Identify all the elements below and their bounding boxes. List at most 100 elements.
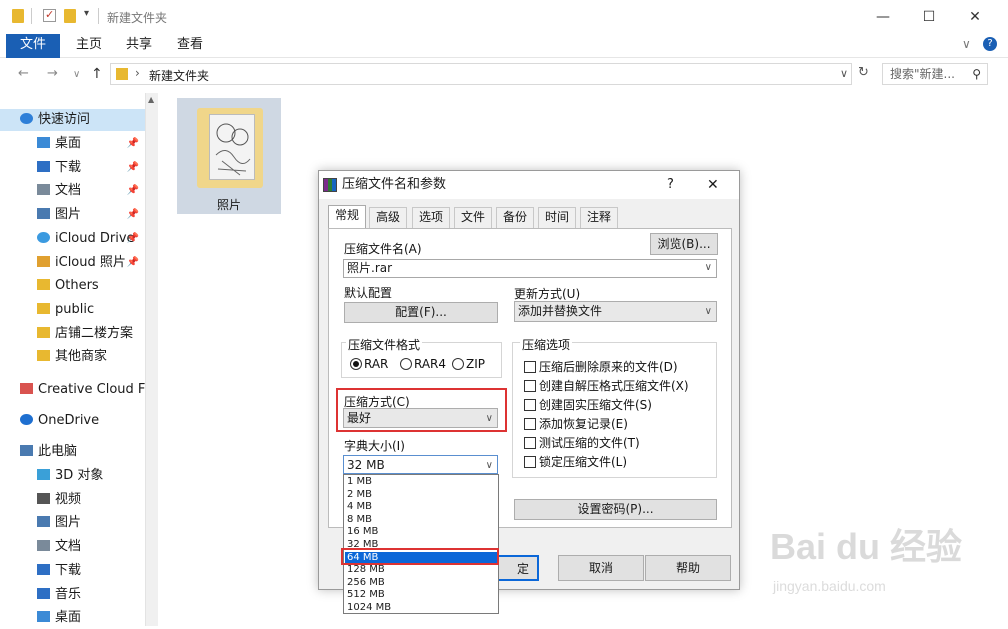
forward-button[interactable]: → bbox=[47, 66, 58, 81]
dialog-close-button[interactable]: ✕ bbox=[707, 171, 719, 199]
browse-button[interactable]: 浏览(B)... bbox=[650, 233, 718, 255]
minimize-button[interactable]: — bbox=[868, 6, 898, 28]
pin-icon[interactable]: 📌 bbox=[127, 204, 139, 226]
format-rar4-radio[interactable]: RAR4 bbox=[400, 357, 446, 371]
tab-files[interactable]: 文件 bbox=[454, 207, 493, 228]
address-dropdown-icon[interactable]: ∨ bbox=[840, 67, 848, 80]
format-zip-radio[interactable]: ZIP bbox=[452, 357, 485, 371]
checkbox-icon[interactable] bbox=[524, 360, 536, 373]
scroll-up-icon[interactable]: ▲ bbox=[148, 95, 154, 104]
breadcrumb-current[interactable]: 新建文件夹 bbox=[149, 67, 209, 84]
tab-share[interactable]: 共享 bbox=[112, 34, 166, 58]
pin-icon[interactable]: 📌 bbox=[127, 133, 139, 155]
dictionary-option[interactable]: 16 MB bbox=[345, 526, 497, 539]
dictionary-option[interactable]: 256 MB bbox=[345, 577, 497, 590]
checkbox-icon[interactable] bbox=[524, 398, 536, 411]
sidebar-item-3[interactable]: 文档 📌 bbox=[0, 180, 145, 202]
pin-icon[interactable]: 📌 bbox=[127, 157, 139, 179]
properties-icon[interactable] bbox=[43, 8, 56, 22]
search-input[interactable]: 搜索"新建... ⚲ bbox=[882, 63, 988, 85]
help-button[interactable]: 帮助 bbox=[645, 555, 731, 581]
radio-selected-icon[interactable] bbox=[350, 357, 362, 370]
tab-general[interactable]: 常规 bbox=[328, 205, 367, 229]
folder-icon[interactable] bbox=[12, 9, 24, 23]
archive-name-input[interactable]: 照片.rar ∨ bbox=[343, 259, 717, 278]
dictionary-option[interactable]: 1 MB bbox=[345, 476, 497, 489]
tab-time[interactable]: 时间 bbox=[538, 207, 577, 228]
dictionary-option[interactable]: 128 MB bbox=[345, 564, 497, 577]
chevron-down-icon[interactable]: ∨ bbox=[705, 302, 712, 321]
sidebar-item-2[interactable]: 下载 📌 bbox=[0, 157, 145, 179]
pin-icon[interactable]: 📌 bbox=[127, 228, 139, 250]
tab-advanced[interactable]: 高级 bbox=[369, 207, 408, 228]
sidebar-item-17[interactable]: 文档 bbox=[0, 536, 145, 558]
dictionary-option[interactable]: 8 MB bbox=[345, 514, 497, 527]
sidebar-item-13[interactable]: 此电脑 bbox=[0, 441, 145, 463]
compression-method-select[interactable]: 最好 ∨ bbox=[343, 408, 498, 428]
profiles-button[interactable]: 配置(F)... bbox=[344, 302, 498, 323]
sidebar-item-5[interactable]: iCloud Drive 📌 bbox=[0, 228, 145, 250]
sidebar-item-14[interactable]: 3D 对象 bbox=[0, 465, 145, 487]
chevron-down-icon[interactable]: ∨ bbox=[705, 260, 712, 276]
quick-access-toolbar-dropdown-icon[interactable]: ▾ bbox=[84, 8, 89, 19]
checkbox-icon[interactable] bbox=[524, 379, 536, 392]
back-button[interactable]: ← bbox=[18, 66, 29, 81]
ribbon-expand-icon[interactable]: ∨ bbox=[962, 37, 971, 51]
sidebar-item-18[interactable]: 下载 bbox=[0, 560, 145, 582]
sidebar-item-4[interactable]: 图片 📌 bbox=[0, 204, 145, 226]
option-checkbox-4[interactable]: 测试压缩的文件(T) bbox=[524, 434, 640, 451]
dialog-help-button[interactable]: ? bbox=[667, 171, 674, 199]
radio-icon[interactable] bbox=[400, 357, 412, 370]
tab-backup[interactable]: 备份 bbox=[496, 207, 535, 228]
breadcrumb-separator[interactable]: › bbox=[135, 66, 140, 80]
sidebar-item-19[interactable]: 音乐 bbox=[0, 584, 145, 606]
tab-comment[interactable]: 注释 bbox=[580, 207, 619, 228]
search-icon[interactable]: ⚲ bbox=[972, 64, 981, 84]
maximize-button[interactable]: ☐ bbox=[914, 6, 944, 28]
option-checkbox-2[interactable]: 创建固实压缩文件(S) bbox=[524, 396, 652, 413]
dictionary-option[interactable]: 1024 MB bbox=[345, 602, 497, 615]
checkbox-icon[interactable] bbox=[524, 455, 536, 468]
radio-icon[interactable] bbox=[452, 357, 464, 370]
close-button[interactable]: ✕ bbox=[960, 6, 990, 28]
up-button[interactable]: ↑ bbox=[91, 66, 103, 82]
sidebar-item-10[interactable]: 其他商家 bbox=[0, 346, 145, 368]
dictionary-option[interactable]: 2 MB bbox=[345, 489, 497, 502]
option-checkbox-1[interactable]: 创建自解压格式压缩文件(X) bbox=[524, 377, 689, 394]
option-checkbox-3[interactable]: 添加恢复记录(E) bbox=[524, 415, 628, 432]
sidebar-scrollbar[interactable]: ▲ bbox=[145, 93, 158, 626]
address-bar[interactable]: › 新建文件夹 ∨ bbox=[110, 63, 852, 85]
tab-options[interactable]: 选项 bbox=[412, 207, 451, 228]
sidebar-item-1[interactable]: 桌面 📌 bbox=[0, 133, 145, 155]
sidebar-item-9[interactable]: 店铺二楼方案 bbox=[0, 323, 145, 345]
option-checkbox-5[interactable]: 锁定压缩文件(L) bbox=[524, 453, 627, 470]
sidebar-item-11[interactable]: Creative Cloud F bbox=[0, 379, 145, 401]
sidebar-item-7[interactable]: Others bbox=[0, 275, 145, 297]
checkbox-icon[interactable] bbox=[524, 436, 536, 449]
dictionary-size-select[interactable]: 32 MB ∨ bbox=[343, 455, 498, 474]
refresh-icon[interactable]: ↻ bbox=[858, 65, 869, 80]
format-rar-radio[interactable]: RAR bbox=[350, 357, 388, 371]
recent-locations-icon[interactable]: ∨ bbox=[73, 69, 80, 80]
tab-view[interactable]: 查看 bbox=[163, 34, 217, 58]
sidebar-item-0[interactable]: 快速访问 bbox=[0, 109, 145, 131]
help-icon[interactable]: ? bbox=[983, 37, 997, 51]
update-mode-select[interactable]: 添加并替换文件 ∨ bbox=[514, 301, 717, 322]
sidebar-item-12[interactable]: OneDrive bbox=[0, 410, 145, 432]
tab-file[interactable]: 文件 bbox=[6, 34, 60, 58]
sidebar-item-6[interactable]: iCloud 照片 📌 bbox=[0, 252, 145, 274]
chevron-down-icon[interactable]: ∨ bbox=[486, 456, 493, 475]
checkbox-icon[interactable] bbox=[524, 417, 536, 430]
pin-icon[interactable]: 📌 bbox=[127, 180, 139, 202]
cancel-button[interactable]: 取消 bbox=[558, 555, 644, 581]
pin-icon[interactable]: 📌 bbox=[127, 252, 139, 274]
new-folder-icon[interactable] bbox=[64, 9, 76, 23]
dictionary-option[interactable]: 4 MB bbox=[345, 501, 497, 514]
set-password-button[interactable]: 设置密码(P)... bbox=[514, 499, 717, 520]
sidebar-item-8[interactable]: public bbox=[0, 299, 145, 321]
folder-item-photos[interactable]: 照片 bbox=[177, 98, 281, 214]
dictionary-option[interactable]: 512 MB bbox=[345, 589, 497, 602]
sidebar-item-15[interactable]: 视频 bbox=[0, 489, 145, 511]
chevron-down-icon[interactable]: ∨ bbox=[486, 409, 493, 428]
sidebar-item-16[interactable]: 图片 bbox=[0, 512, 145, 534]
